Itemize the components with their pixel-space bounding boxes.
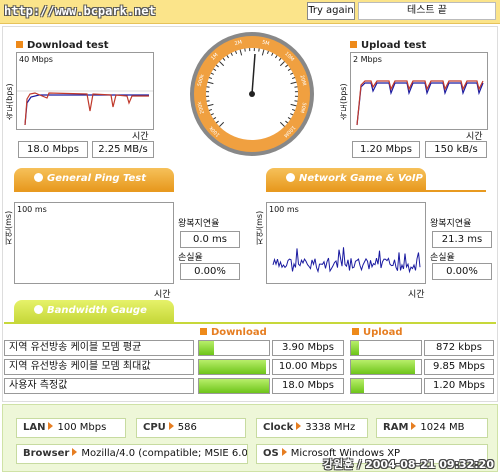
voip-rtt-value: 21.3 ms [432, 231, 492, 248]
bullet-icon [350, 41, 357, 48]
ping-scale: 100 ms [17, 205, 47, 214]
upload-y-label: 속도(bps) [339, 83, 348, 120]
test-status: 테스트 끝 [358, 2, 496, 20]
bullet-icon [16, 41, 23, 48]
voip-banner: Network Game & VoIP Test [266, 168, 426, 206]
arrow-icon [48, 422, 54, 430]
upload-bar [350, 340, 422, 356]
voip-rtt-label: 왕복지연율 [430, 219, 472, 229]
arrow-icon [296, 422, 302, 430]
voip-scale: 100 ms [269, 205, 299, 214]
download-bar-fill [199, 341, 215, 355]
bandwidth-banner: Bandwidth Gauge [14, 300, 174, 322]
download-scale: 40 Mbps [19, 55, 53, 64]
pin-icon [34, 305, 43, 314]
upload-bar-fill [351, 341, 359, 355]
download-test-title: Download test [16, 40, 109, 51]
upload-bar-fill [351, 379, 364, 393]
upload-value: 1.20 Mbps [424, 378, 494, 394]
upload-value: 9.85 Mbps [424, 359, 494, 375]
pin-icon [34, 173, 43, 182]
bandwidth-download-header: Download [200, 327, 267, 338]
download-bar [198, 359, 270, 375]
voip-loss-value: 0.00% [432, 263, 492, 280]
bandwidth-row-label: 지역 유선방송 케이블 모뎀 평균 [4, 340, 194, 356]
download-value: 18.0 Mbps [272, 378, 344, 394]
voip-y-label: 지연(ms) [255, 210, 264, 245]
bandwidth-upload-header: Upload [352, 327, 402, 338]
upload-kbs: 150 kB/s [425, 141, 487, 158]
pin-icon [286, 173, 295, 182]
speed-gauge: 100k 200k 500k 1M 2M 5M 10M 20M 50M 100M [188, 30, 316, 158]
upload-mbps: 1.20 Mbps [352, 141, 420, 158]
download-bar [198, 340, 270, 356]
ping-loss-value: 0.00% [180, 263, 240, 280]
voip-graph [266, 202, 426, 284]
bandwidth-row-label: 지역 유선방송 케이블 모뎀 최대값 [4, 359, 194, 375]
download-mbps: 18.0 Mbps [18, 141, 88, 158]
arrow-icon [411, 422, 417, 430]
site-url: http://www.bcpark.net [4, 4, 156, 18]
browser-info: Browser Mozilla/4.0 (compatible; MSIE 6.0 [16, 444, 248, 464]
arrow-icon [72, 448, 78, 456]
upload-scale: 2 Mbps [353, 55, 382, 64]
voip-loss-label: 손실율 [430, 253, 455, 263]
try-again-button[interactable]: Try again [307, 2, 355, 20]
signature: 강원훈 / 2004-08-21 09:32:20 [323, 458, 494, 471]
bandwidth-row-label: 사용자 측정값 [4, 378, 194, 394]
bullet-icon [352, 328, 359, 335]
download-bar-fill [199, 379, 269, 393]
ping-loss-label: 손실율 [178, 253, 203, 263]
general-ping-banner: General Ping Test [14, 168, 174, 190]
upload-test-title: Upload test [350, 40, 426, 51]
upload-bar-fill [351, 360, 416, 374]
arrow-icon [281, 448, 287, 456]
ram-info: RAM 1024 MB [376, 418, 488, 438]
download-value: 10.00 Mbps [272, 359, 344, 375]
bullet-icon [200, 328, 207, 335]
download-y-label: 속도(bps) [5, 83, 14, 120]
upload-bar [350, 359, 422, 375]
ping-y-label: 지연(ms) [4, 210, 13, 245]
ping-rtt-label: 왕복지연율 [178, 219, 220, 229]
arrow-icon [168, 422, 174, 430]
download-value: 3.90 Mbps [272, 340, 344, 356]
ping-x-label: 시간 [154, 290, 171, 300]
upload-value: 872 kbps [424, 340, 494, 356]
ping-graph [14, 202, 174, 284]
download-bar-fill [199, 360, 266, 374]
lan-info: LAN 100 Mbps [16, 418, 126, 438]
voip-x-label: 시간 [408, 290, 425, 300]
cpu-info: CPU 586 [136, 418, 246, 438]
download-bar [198, 378, 270, 394]
upload-bar [350, 378, 422, 394]
download-mbs: 2.25 MB/s [92, 141, 154, 158]
clock-info: Clock 3338 MHz [256, 418, 368, 438]
ping-rtt-value: 0.0 ms [180, 231, 240, 248]
